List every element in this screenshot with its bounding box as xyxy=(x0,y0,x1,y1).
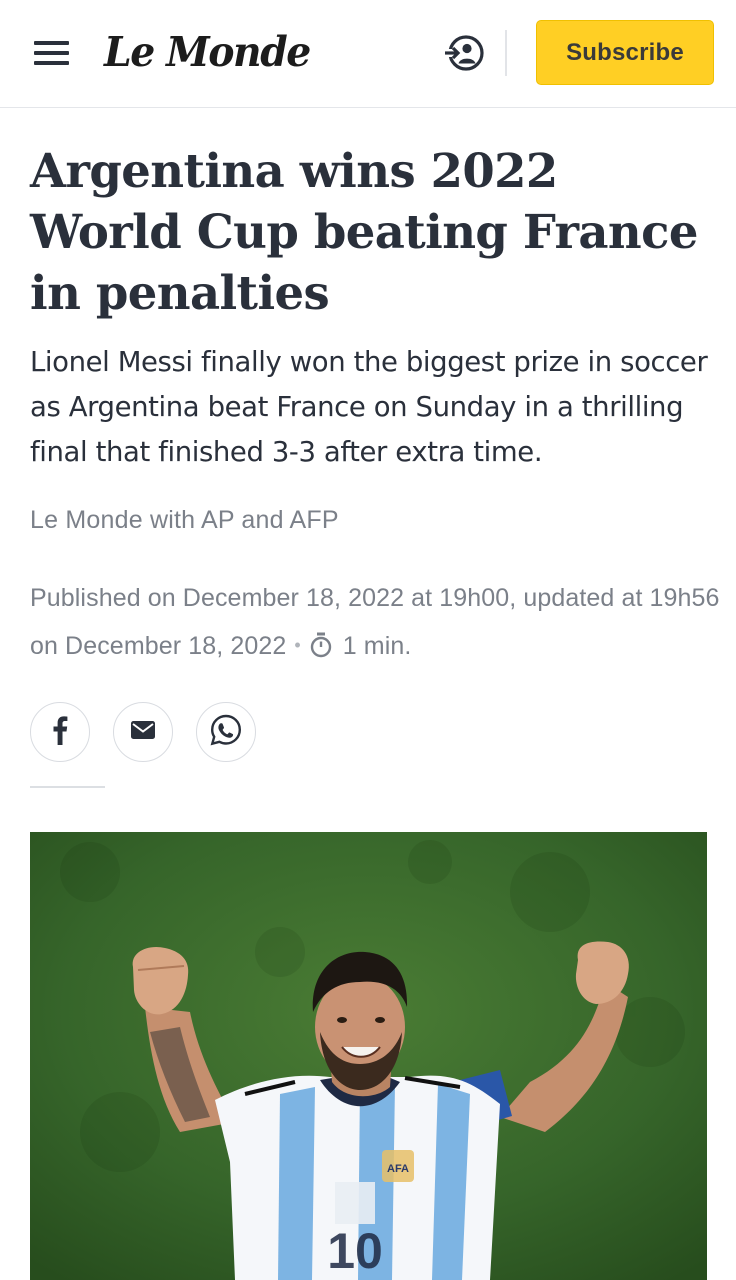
site-header: Le Monde Subscribe xyxy=(0,0,736,108)
publish-info: Published on December 18, 2022 at 19h00,… xyxy=(30,575,720,674)
share-divider xyxy=(30,786,105,788)
stopwatch-icon xyxy=(309,627,333,674)
share-bar xyxy=(30,702,256,762)
svg-text:AFA: AFA xyxy=(387,1163,409,1175)
email-icon xyxy=(130,720,156,744)
login-icon[interactable] xyxy=(442,32,486,74)
subscribe-button[interactable]: Subscribe xyxy=(536,20,714,85)
facebook-icon xyxy=(52,715,68,749)
read-time: 1 min. xyxy=(342,632,412,660)
jersey-number: 10 xyxy=(327,1223,383,1279)
share-whatsapp-button[interactable] xyxy=(196,702,256,762)
share-facebook-button[interactable] xyxy=(30,702,90,762)
share-email-button[interactable] xyxy=(113,702,173,762)
site-logo[interactable]: Le Monde xyxy=(104,28,311,76)
article-byline: Le Monde with AP and AFP xyxy=(30,506,339,534)
header-divider xyxy=(505,30,507,76)
whatsapp-icon xyxy=(209,713,243,751)
article-dek: Lionel Messi finally won the biggest pri… xyxy=(30,346,708,468)
article-photo[interactable]: AFA 10 xyxy=(30,832,707,1280)
article-headline: Argentina wins 2022 World Cup beating Fr… xyxy=(30,143,698,320)
hamburger-menu-icon[interactable] xyxy=(34,38,70,68)
meta-separator: • xyxy=(294,635,301,655)
messi-celebration-image: AFA 10 xyxy=(30,832,707,1280)
